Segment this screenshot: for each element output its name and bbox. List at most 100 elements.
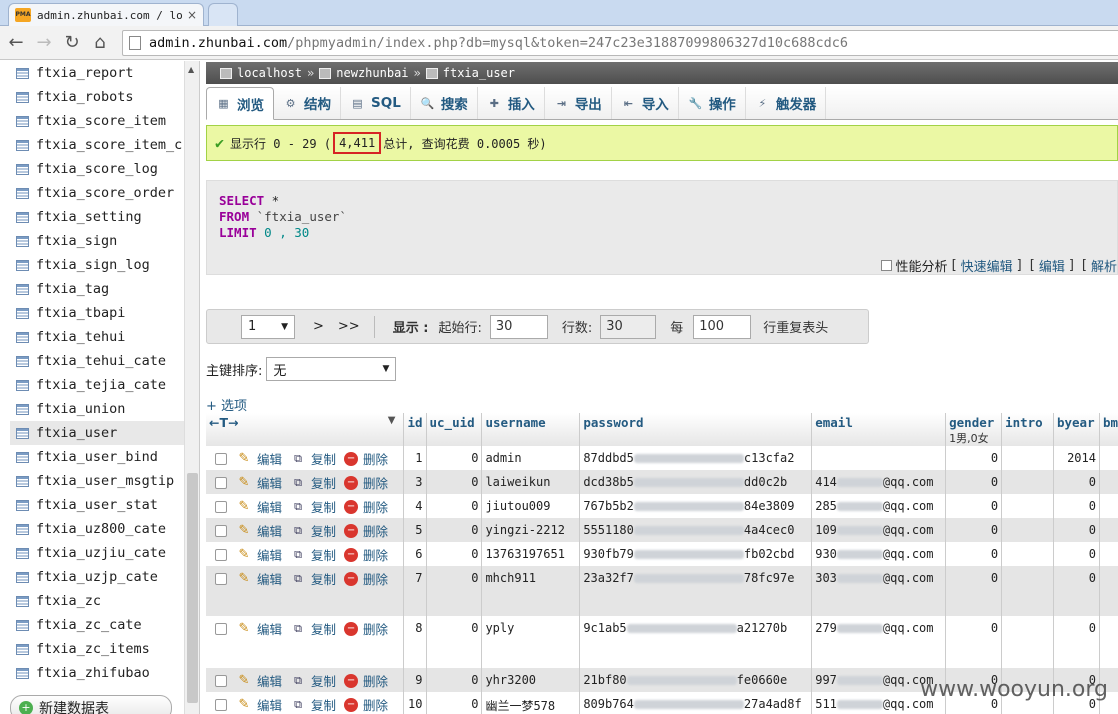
delete-row-link[interactable]: 删除	[363, 569, 388, 588]
cell-bm[interactable]	[1099, 494, 1118, 518]
cell-intro[interactable]	[1001, 518, 1054, 542]
browser-tab-active[interactable]: PMA admin.zhunbai.com / loc ×	[8, 3, 204, 26]
delete-row-link[interactable]: 删除	[363, 497, 388, 516]
cell-gender[interactable]: 0	[945, 542, 1003, 566]
column-header-email[interactable]: email	[811, 413, 947, 446]
cell-email[interactable]: 285 @qq.com	[811, 494, 947, 518]
cell-byear[interactable]: 0	[1053, 518, 1100, 542]
edit-row-link[interactable]: 编辑	[257, 671, 282, 690]
cell-password[interactable]: 5551180 4a4cec0	[579, 518, 813, 542]
cell-password[interactable]: dcd38b5 dd0c2b	[579, 470, 813, 494]
nav-table-item[interactable]: ftxia_zhifubao	[10, 661, 184, 685]
start-row-input[interactable]: 30	[489, 314, 548, 339]
page-select[interactable]: 1 ▼	[241, 314, 295, 339]
delete-row-link[interactable]: 删除	[363, 449, 388, 468]
nav-table-item[interactable]: ftxia_user_stat	[10, 493, 184, 517]
forward-arrow-icon[interactable]: →	[32, 31, 56, 55]
cell-password[interactable]: 21bf80 fe0660e	[579, 668, 813, 692]
cell-id[interactable]: 10	[403, 692, 427, 714]
copy-icon[interactable]: ⧉	[290, 572, 306, 586]
cell-username[interactable]: mhch911	[481, 566, 581, 616]
copy-row-link[interactable]: 复制	[311, 695, 336, 714]
column-header-byear[interactable]: byear	[1053, 413, 1100, 446]
delete-row-link[interactable]: 删除	[363, 521, 388, 540]
edit-row-link[interactable]: 编辑	[257, 695, 282, 714]
cell-username[interactable]: jiutou009	[481, 494, 581, 518]
edit-row-link[interactable]: 编辑	[257, 569, 282, 588]
nav-table-item[interactable]: ftxia_uzjiu_cate	[10, 541, 184, 565]
column-header-bm[interactable]: bm	[1099, 413, 1118, 446]
column-arrows[interactable]: ←T→	[209, 415, 238, 430]
cell-bm[interactable]	[1099, 616, 1118, 668]
breadcrumb-server[interactable]: localhost	[237, 66, 302, 80]
copy-row-link[interactable]: 复制	[311, 619, 336, 638]
edit-row-link[interactable]: 编辑	[257, 521, 282, 540]
delete-icon[interactable]: −	[344, 547, 359, 562]
scroll-up-icon[interactable]: ▲	[188, 65, 194, 74]
cell-id[interactable]: 3	[403, 470, 427, 494]
pencil-icon[interactable]: ✎	[236, 523, 252, 538]
nav-table-item[interactable]: ftxia_tag	[10, 277, 184, 301]
cell-uc-uid[interactable]: 0	[426, 446, 483, 470]
cell-gender[interactable]: 0	[945, 446, 1003, 470]
cell-intro[interactable]	[1001, 470, 1054, 494]
cell-email[interactable]: 930 @qq.com	[811, 542, 947, 566]
row-checkbox[interactable]	[215, 572, 227, 585]
nav-table-item[interactable]: ftxia_tbapi	[10, 301, 184, 325]
pencil-icon[interactable]: ✎	[236, 621, 252, 636]
cell-id[interactable]: 5	[403, 518, 427, 542]
cell-intro[interactable]	[1001, 494, 1054, 518]
cell-gender[interactable]: 0	[945, 518, 1003, 542]
cell-username[interactable]: laiweikun	[481, 470, 581, 494]
pencil-icon[interactable]: ✎	[236, 499, 252, 514]
scrollbar-thumb[interactable]	[187, 473, 198, 703]
nav-table-item[interactable]: ftxia_sign	[10, 229, 184, 253]
nav-table-item[interactable]: ftxia_user	[10, 421, 184, 445]
cell-bm[interactable]	[1099, 566, 1118, 616]
cell-id[interactable]: 6	[403, 542, 427, 566]
delete-icon[interactable]: −	[344, 523, 359, 538]
cell-id[interactable]: 4	[403, 494, 427, 518]
edit-row-link[interactable]: 编辑	[257, 619, 282, 638]
delete-row-link[interactable]: 删除	[363, 473, 388, 492]
delete-row-link[interactable]: 删除	[363, 671, 388, 690]
cell-id[interactable]: 8	[403, 616, 427, 668]
row-checkbox[interactable]	[215, 452, 227, 465]
next-page-button[interactable]: >	[313, 319, 324, 334]
delete-row-link[interactable]: 删除	[363, 619, 388, 638]
column-header-password[interactable]: password	[579, 413, 813, 446]
cell-byear[interactable]: 0	[1053, 542, 1100, 566]
nav-scrollbar[interactable]: ▲	[184, 61, 199, 714]
delete-icon[interactable]: −	[344, 571, 359, 586]
cell-username[interactable]: 13763197651	[481, 542, 581, 566]
edit-row-link[interactable]: 编辑	[257, 449, 282, 468]
nav-table-item[interactable]: ftxia_union	[10, 397, 184, 421]
copy-icon[interactable]: ⧉	[290, 622, 306, 636]
edit-row-link[interactable]: 编辑	[257, 497, 282, 516]
column-header-gender[interactable]: gender 1男,0女	[945, 413, 1003, 446]
copy-row-link[interactable]: 复制	[311, 671, 336, 690]
cell-uc-uid[interactable]: 0	[426, 668, 483, 692]
copy-row-link[interactable]: 复制	[311, 449, 336, 468]
delete-icon[interactable]: −	[344, 697, 359, 712]
back-arrow-icon[interactable]: ←	[4, 31, 28, 55]
inline-edit-link[interactable]: 快速编辑	[961, 256, 1013, 275]
cell-username[interactable]: admin	[481, 446, 581, 470]
column-menu-icon[interactable]: ▼	[388, 415, 396, 426]
nav-table-item[interactable]: ftxia_score_order	[10, 181, 184, 205]
column-header-username[interactable]: username	[481, 413, 581, 446]
new-tab-button[interactable]	[208, 3, 238, 26]
cell-uc-uid[interactable]: 0	[426, 616, 483, 668]
cell-username[interactable]: yply	[481, 616, 581, 668]
nav-table-item[interactable]: ftxia_tejia_cate	[10, 373, 184, 397]
nav-table-item[interactable]: ftxia_score_item_c	[10, 133, 184, 157]
nav-table-item[interactable]: ftxia_zc_items	[10, 637, 184, 661]
profiling-checkbox[interactable]	[880, 260, 892, 271]
tab-sql[interactable]: ▤ SQL	[341, 87, 411, 119]
pencil-icon[interactable]: ✎	[236, 571, 252, 586]
cell-email[interactable]: 109 @qq.com	[811, 518, 947, 542]
nav-table-item[interactable]: ftxia_robots	[10, 85, 184, 109]
copy-icon[interactable]: ⧉	[290, 476, 306, 490]
close-tab-icon[interactable]: ×	[187, 8, 197, 22]
edit-sql-link[interactable]: 编辑	[1039, 256, 1065, 275]
